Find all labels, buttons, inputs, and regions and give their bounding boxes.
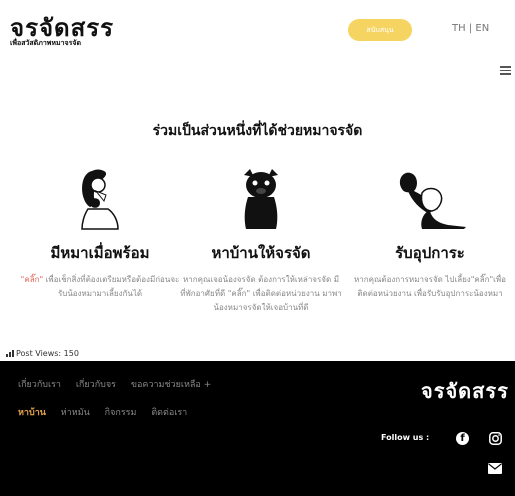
footer-link-contact[interactable]: ติดต่อเรา xyxy=(151,408,187,418)
site-header: จรจัดสรร เพื่อสวัสดิภาพหมาจรจัด สนับสนุน… xyxy=(0,0,515,60)
card-description: หากคุณเจอน้องจรจัด ต้องการให้เหล่าจรจัด … xyxy=(180,275,342,312)
card-find-home: หาบ้านให้จรจัด หากคุณเจอน้องจรจัด ต้องกา… xyxy=(176,165,346,315)
follow-us-label: Follow us : xyxy=(381,433,430,442)
lang-separator: | xyxy=(468,23,473,34)
click-link[interactable]: "คลิ๊ก" xyxy=(21,275,43,284)
card-description-text: เพื่อเช็กสิ่งที่ต้องเตรียมหรือต้องมีก่อน… xyxy=(43,275,180,298)
site-tagline: เพื่อสวัสดิภาพหมาจรจัด xyxy=(10,39,82,47)
card-adopt-ready: มีหมาเมื่อพร้อม "คลิ๊ก" เพื่อเช็กสิ่งที่… xyxy=(15,165,185,301)
woman-with-dog-illustration xyxy=(81,169,119,230)
person-hugging-dog-illustration xyxy=(399,172,466,229)
card-title: หาบ้านให้จรจัด xyxy=(211,244,311,262)
pug-illustration xyxy=(244,169,278,229)
footer-nav-secondary: หาบ้าน ห่าหมัน กิจกรรม ติดต่อเรา xyxy=(18,405,199,419)
card-description: "คลิ๊ก" เพื่อเช็กสิ่งที่ต้องเตรียมหรือต้… xyxy=(15,273,185,301)
footer-link-sterilize[interactable]: ห่าหมัน xyxy=(61,408,90,418)
facebook-icon[interactable]: f xyxy=(456,432,469,445)
instagram-icon[interactable] xyxy=(489,432,502,445)
footer-link-about-strays[interactable]: เกี่ยวกับจร xyxy=(76,380,116,390)
card-title: รับอุปการะ xyxy=(395,244,465,262)
card-adoption: รับอุปการะ หากคุณต้องการหมาจรจัด ไปเลี้ย… xyxy=(345,165,515,301)
lang-en-link[interactable]: EN xyxy=(475,23,489,34)
footer-link-activities[interactable]: กิจกรรม xyxy=(105,408,137,418)
menu-icon[interactable] xyxy=(500,66,511,76)
footer-logo[interactable]: จรจัดสรร xyxy=(421,375,509,407)
footer-link-help[interactable]: ขอความช่วยเหลือ + xyxy=(131,380,211,390)
card-title: มีหมาเมื่อพร้อม xyxy=(50,244,150,262)
post-views: Post Views: 150 xyxy=(6,349,79,358)
lang-th-link[interactable]: TH xyxy=(452,23,466,34)
page-headline: ร่วมเป็นส่วนหนึ่งที่ได้ช่วยหมาจรจัด xyxy=(152,123,363,139)
footer-nav-primary: เกี่ยวกับเรา เกี่ยวกับจร ขอความช่วยเหลือ… xyxy=(18,377,223,391)
post-views-label: Post Views: 150 xyxy=(16,349,79,358)
footer-link-about-us[interactable]: เกี่ยวกับเรา xyxy=(18,380,61,390)
mail-icon[interactable] xyxy=(488,463,502,474)
donate-button[interactable]: สนับสนุน xyxy=(348,19,412,41)
language-switcher: TH | EN xyxy=(452,23,489,34)
bar-chart-icon xyxy=(6,350,14,357)
card-description: หากคุณต้องการหมาจรจัด ไปเลี้ยง"คลิ๊ก"เพื… xyxy=(354,275,506,298)
footer-link-find-home[interactable]: หาบ้าน xyxy=(18,408,46,418)
site-footer: เกี่ยวกับเรา เกี่ยวกับจร ขอความช่วยเหลือ… xyxy=(0,361,515,496)
